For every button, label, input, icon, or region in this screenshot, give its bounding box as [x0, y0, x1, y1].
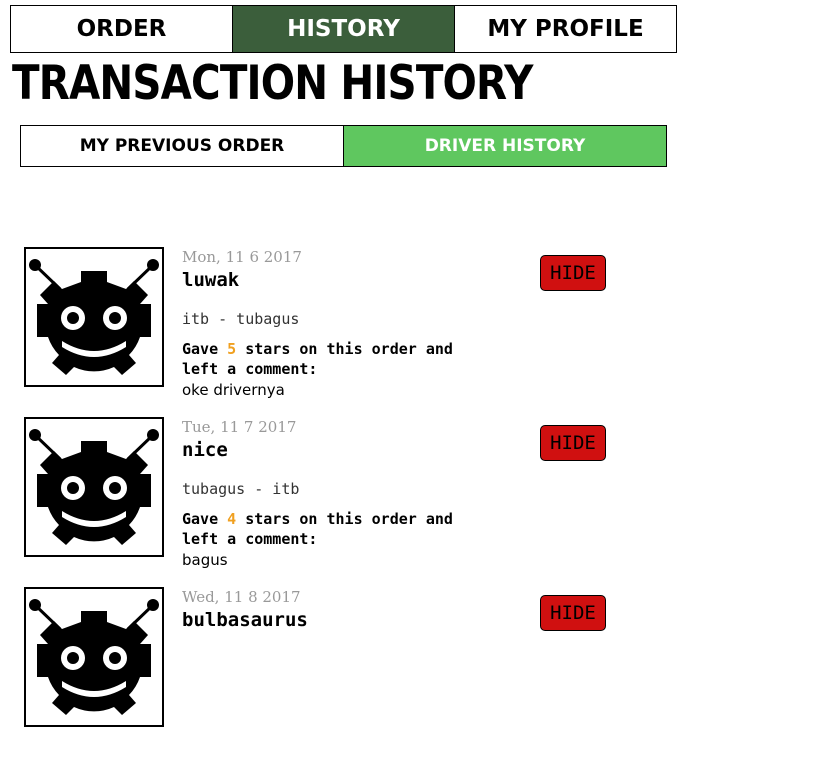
robot-gear-icon [29, 599, 159, 715]
hide-button[interactable]: HIDE [540, 255, 606, 291]
star-count: 4 [227, 510, 237, 528]
hide-button[interactable]: HIDE [540, 425, 606, 461]
page-title: TRANSACTION HISTORY [12, 56, 533, 111]
rating-suffix: stars on this order and left a comment: [182, 510, 453, 548]
robot-gear-icon [29, 429, 159, 545]
entry-name: luwak [182, 269, 240, 291]
entry-rating: Gave 4 stars on this order and left a co… [182, 509, 482, 549]
entry-comment: oke drivernya [182, 381, 285, 399]
tab-my-previous-order[interactable]: MY PREVIOUS ORDER [21, 126, 343, 166]
history-entry: Mon, 11 6 2017 luwak itb - tubagus Gave … [24, 247, 624, 417]
entry-comment: bagus [182, 551, 228, 569]
avatar [24, 247, 164, 387]
avatar [24, 417, 164, 557]
entry-date: Wed, 11 8 2017 [182, 588, 301, 606]
history-subnav: MY PREVIOUS ORDER DRIVER HISTORY [20, 125, 667, 167]
hide-button[interactable]: HIDE [540, 595, 606, 631]
history-entry: Tue, 11 7 2017 nice tubagus - itb Gave 4… [24, 417, 624, 587]
rating-suffix: stars on this order and left a comment: [182, 340, 453, 378]
tab-order[interactable]: ORDER [11, 6, 232, 52]
tab-history[interactable]: HISTORY [232, 6, 454, 52]
entry-date: Tue, 11 7 2017 [182, 418, 297, 436]
avatar [24, 587, 164, 727]
tab-my-profile[interactable]: MY PROFILE [454, 6, 676, 52]
entry-route: tubagus - itb [182, 480, 300, 498]
entry-name: nice [182, 439, 228, 461]
entry-name: bulbasaurus [182, 609, 308, 631]
rating-prefix: Gave [182, 340, 219, 358]
main-nav: ORDER HISTORY MY PROFILE [10, 5, 677, 53]
entry-rating: Gave 5 stars on this order and left a co… [182, 339, 482, 379]
rating-prefix: Gave [182, 510, 219, 528]
tab-driver-history[interactable]: DRIVER HISTORY [343, 126, 666, 166]
entry-date: Mon, 11 6 2017 [182, 248, 302, 266]
star-count: 5 [227, 340, 237, 358]
robot-gear-icon [29, 259, 159, 375]
entry-route: itb - tubagus [182, 310, 300, 328]
history-entry: Wed, 11 8 2017 bulbasaurus HIDE [24, 587, 624, 757]
